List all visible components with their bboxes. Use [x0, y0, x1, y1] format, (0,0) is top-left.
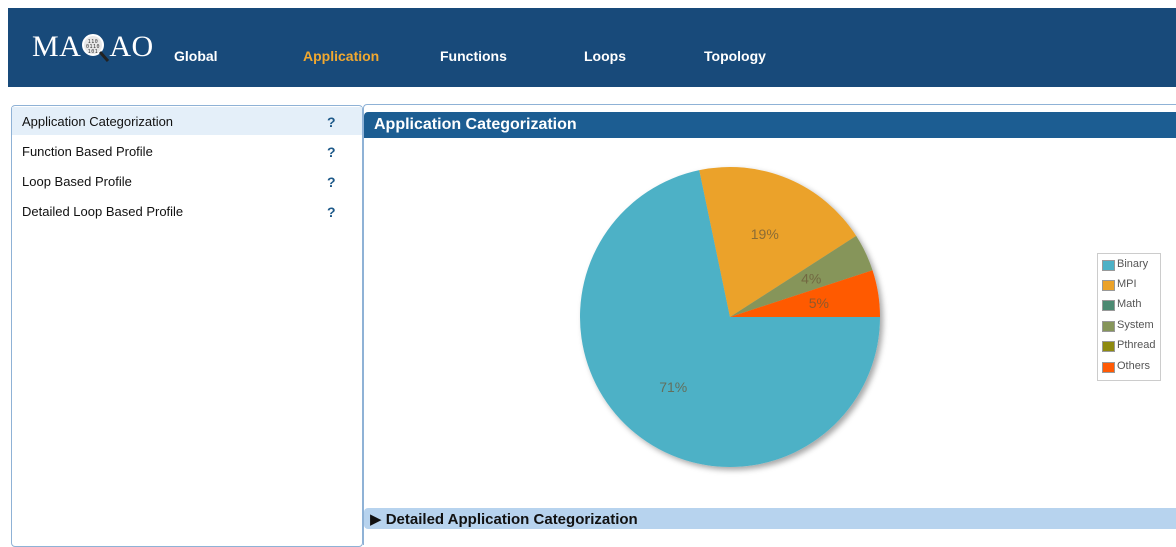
nav-functions[interactable]: Functions — [440, 48, 507, 64]
legend-label: MPI — [1117, 278, 1137, 290]
legend-swatch — [1102, 300, 1115, 311]
legend-label: Math — [1117, 298, 1142, 310]
maqao-logo[interactable]: MA 110 0110 101 AO — [32, 30, 154, 64]
sidebar-item-detailed-loop-based-profile[interactable]: Detailed Loop Based Profile ? — [12, 197, 362, 225]
logo-text-left: MA — [32, 30, 82, 63]
detailed-categorization-label: ▶ Detailed Application Categorization — [370, 510, 638, 528]
sidebar-item-label: Function Based Profile — [22, 144, 153, 159]
help-icon[interactable]: ? — [327, 114, 336, 130]
legend-label: System — [1117, 319, 1154, 331]
page-title: Application Categorization — [374, 116, 577, 133]
top-navigation-bar: MA 110 0110 101 AO Global Application Fu… — [8, 8, 1176, 87]
pie-chart: 71% 19% 4% 5% — [580, 167, 880, 467]
sidebar-item-label: Detailed Loop Based Profile — [22, 204, 184, 219]
sidebar: Application Categorization ? Function Ba… — [11, 105, 363, 547]
legend-swatch — [1102, 362, 1115, 373]
sidebar-item-label: Application Categorization — [22, 114, 174, 129]
magnifier-logo-icon: 110 0110 101 — [80, 32, 110, 62]
detail-label: Detailed Application Categorization — [385, 511, 638, 528]
legend-swatch — [1102, 321, 1115, 332]
pie-label-system: 4% — [801, 270, 821, 286]
help-icon[interactable]: ? — [327, 144, 336, 160]
sidebar-item-loop-based-profile[interactable]: Loop Based Profile ? — [12, 167, 362, 195]
pie-label-mpi: 19% — [751, 226, 779, 242]
help-icon[interactable]: ? — [327, 204, 336, 220]
legend-label: Pthread — [1117, 339, 1156, 351]
pie-label-others: 5% — [809, 295, 829, 311]
help-icon[interactable]: ? — [327, 174, 336, 190]
nav-application[interactable]: Application — [303, 48, 379, 64]
sidebar-item-application-categorization[interactable]: Application Categorization ? — [12, 107, 362, 135]
sidebar-item-function-based-profile[interactable]: Function Based Profile ? — [12, 137, 362, 165]
svg-text:101: 101 — [88, 49, 99, 55]
legend-swatch — [1102, 280, 1115, 291]
logo-text-right: AO — [109, 30, 154, 63]
legend-label: Binary — [1117, 258, 1149, 270]
detailed-categorization-toggle[interactable]: ▶ Detailed Application Categorization — [364, 508, 1176, 529]
pie-label-binary: 71% — [659, 379, 687, 395]
legend-swatch — [1102, 341, 1115, 352]
nav-topology[interactable]: Topology — [704, 48, 766, 64]
nav-loops[interactable]: Loops — [584, 48, 626, 64]
panel-header: Application Categorization — [364, 112, 1176, 138]
legend-swatch — [1102, 260, 1115, 271]
triangle-right-icon: ▶ — [370, 511, 382, 528]
sidebar-item-label: Loop Based Profile — [22, 174, 132, 189]
chart-legend: Binary MPI Math System Pthread Others — [1097, 253, 1161, 381]
legend-label: Others — [1117, 360, 1151, 372]
nav-global[interactable]: Global — [174, 48, 218, 64]
